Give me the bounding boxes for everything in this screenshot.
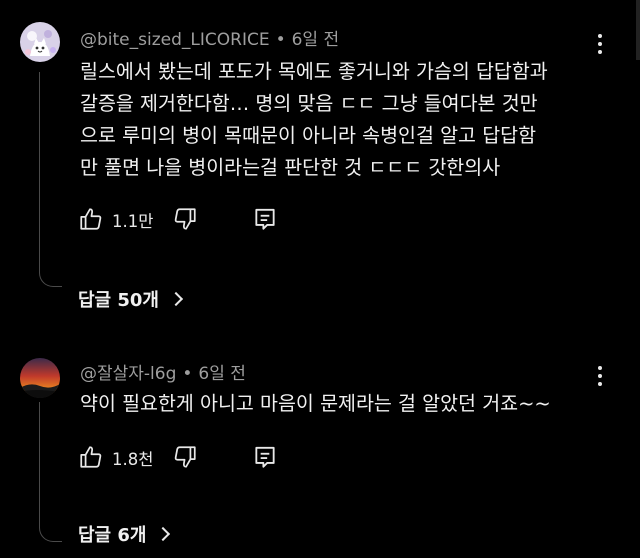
avatar[interactable]: [20, 358, 60, 398]
comment-item: @bite_sized_LICORICE • 6일 전 릴스에서 봤는데 포도가 목…: [0, 0, 640, 330]
comments-panel: @bite_sized_LICORICE • 6일 전 릴스에서 봤는데 포도가 목…: [0, 0, 640, 558]
replies-toggle[interactable]: 답글 50개: [78, 286, 184, 316]
comment-reply-icon[interactable]: [252, 206, 278, 232]
replies-toggle[interactable]: 답글 6개: [78, 521, 171, 551]
more-vertical-icon[interactable]: [594, 364, 606, 388]
meta-separator: •: [182, 364, 193, 384]
comment-text: 릴스에서 봤는데 포도가 목에도 좋거니와 가슴의 답답함과 갈증을 제거한다함…: [80, 56, 610, 184]
comment-time: 6일 전: [291, 30, 340, 50]
comment-line: 으로 루미의 병이 목때문이 아니라 속병인걸 알고 답답함: [80, 124, 537, 147]
thread-line: [39, 72, 62, 287]
comment-item: @잘살자-l6g • 6일 전 약이 필요한게 아니고 마음이 문제라는 걸 알았던…: [0, 340, 640, 558]
thumbs-down-icon[interactable]: [172, 206, 198, 232]
thumbs-up-icon[interactable]: [78, 444, 104, 470]
comment-actions: 1.8천: [78, 441, 298, 473]
comment-line: 약이 필요한게 아니고 마음이 문제라는 걸 알았던 거죠~~: [80, 392, 551, 415]
replies-label: 답글 6개: [78, 525, 147, 546]
comment-reply-icon[interactable]: [252, 444, 278, 470]
comment-time: 6일 전: [198, 364, 246, 384]
cartoon-cat-avatar-icon: [20, 22, 60, 62]
meta-separator: •: [275, 30, 286, 50]
chevron-right-icon: [156, 526, 171, 542]
comment-meta: @bite_sized_LICORICE • 6일 전: [80, 25, 339, 50]
thumbs-down-icon[interactable]: [172, 444, 198, 470]
replies-label: 답글 50개: [78, 290, 159, 311]
comment-actions: 1.1만: [78, 203, 298, 235]
comment-text: 약이 필요한게 아니고 마음이 문제라는 걸 알았던 거죠~~: [80, 388, 610, 420]
comment-line: 릴스에서 봤는데 포도가 목에도 좋거니와 가슴의 답답함과: [80, 60, 548, 83]
author-handle[interactable]: @bite_sized_LICORICE: [80, 30, 270, 50]
scrollbar[interactable]: [636, 0, 640, 60]
avatar[interactable]: [20, 22, 60, 62]
comment-meta: @잘살자-l6g • 6일 전: [80, 359, 246, 384]
comment-line: 갈증을 제거한다함… 명의 맞음 ㄷㄷ 그냥 들여다본 것만: [80, 92, 538, 115]
thumbs-up-icon[interactable]: [78, 206, 104, 232]
like-count: 1.1만: [112, 212, 154, 231]
author-handle[interactable]: @잘살자-l6g: [80, 364, 176, 384]
thread-line: [39, 402, 62, 542]
like-count: 1.8천: [112, 450, 154, 469]
comment-line: 만 풀면 나을 병이라는걸 판단한 것 ㄷㄷㄷ 갓한의사: [80, 156, 501, 179]
chevron-right-icon: [168, 291, 184, 307]
sunset-landscape-avatar-icon: [20, 358, 60, 398]
more-vertical-icon[interactable]: [594, 32, 606, 56]
